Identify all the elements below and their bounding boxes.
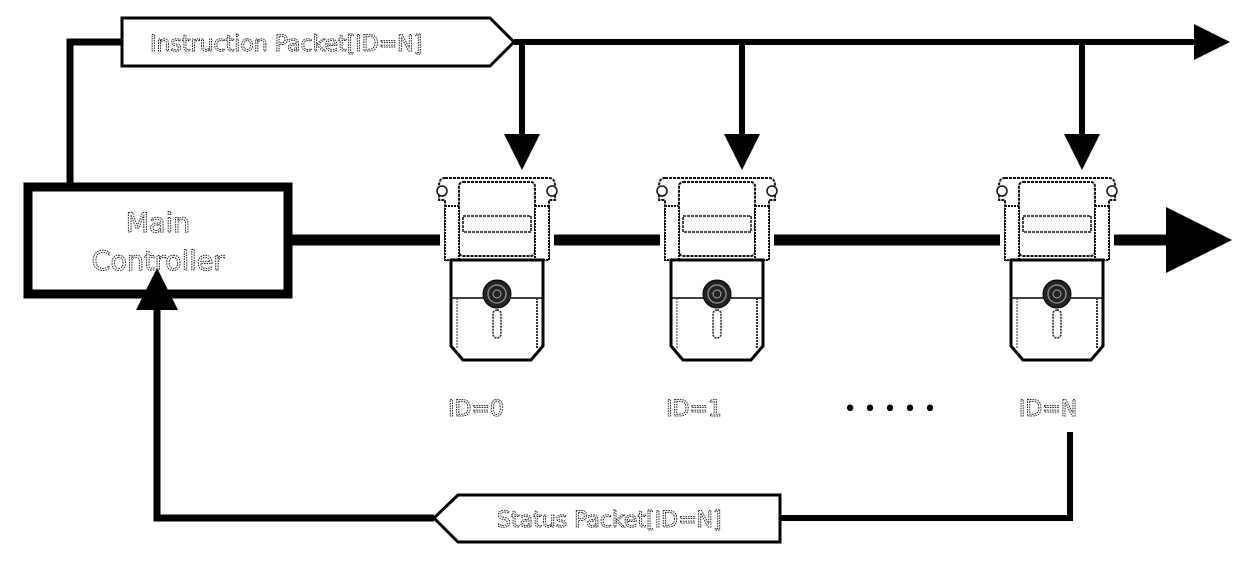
- status-packet: Status Packet[ID=N]: [431, 493, 782, 544]
- daisy-chain-diagram: Main Controller Instruction Packet[ID=N]…: [23, 16, 1232, 544]
- controller-label-line1: Main: [126, 208, 190, 239]
- status-wire-right: [780, 432, 1073, 521]
- servo-icon-n: [995, 176, 1119, 362]
- main-controller-box: Main Controller: [23, 182, 293, 299]
- servo-icon-1: [655, 176, 779, 362]
- ellipsis-dots: • • • • •: [844, 397, 937, 422]
- status-wire-left: [136, 268, 434, 522]
- servo-id-label-0: ID=0: [448, 397, 504, 422]
- servo-icon-0: [435, 176, 559, 362]
- instruction-wire: [66, 38, 122, 183]
- servo-id-label-n: ID=N: [1019, 397, 1077, 422]
- controller-label-line2: Controller: [92, 246, 226, 277]
- instruction-packet-label: Instruction Packet[ID=N]: [150, 32, 422, 57]
- status-packet-label: Status Packet[ID=N]: [497, 508, 722, 533]
- instruction-packet: Instruction Packet[ID=N]: [120, 16, 517, 68]
- servo-id-label-1: ID=1: [666, 397, 722, 422]
